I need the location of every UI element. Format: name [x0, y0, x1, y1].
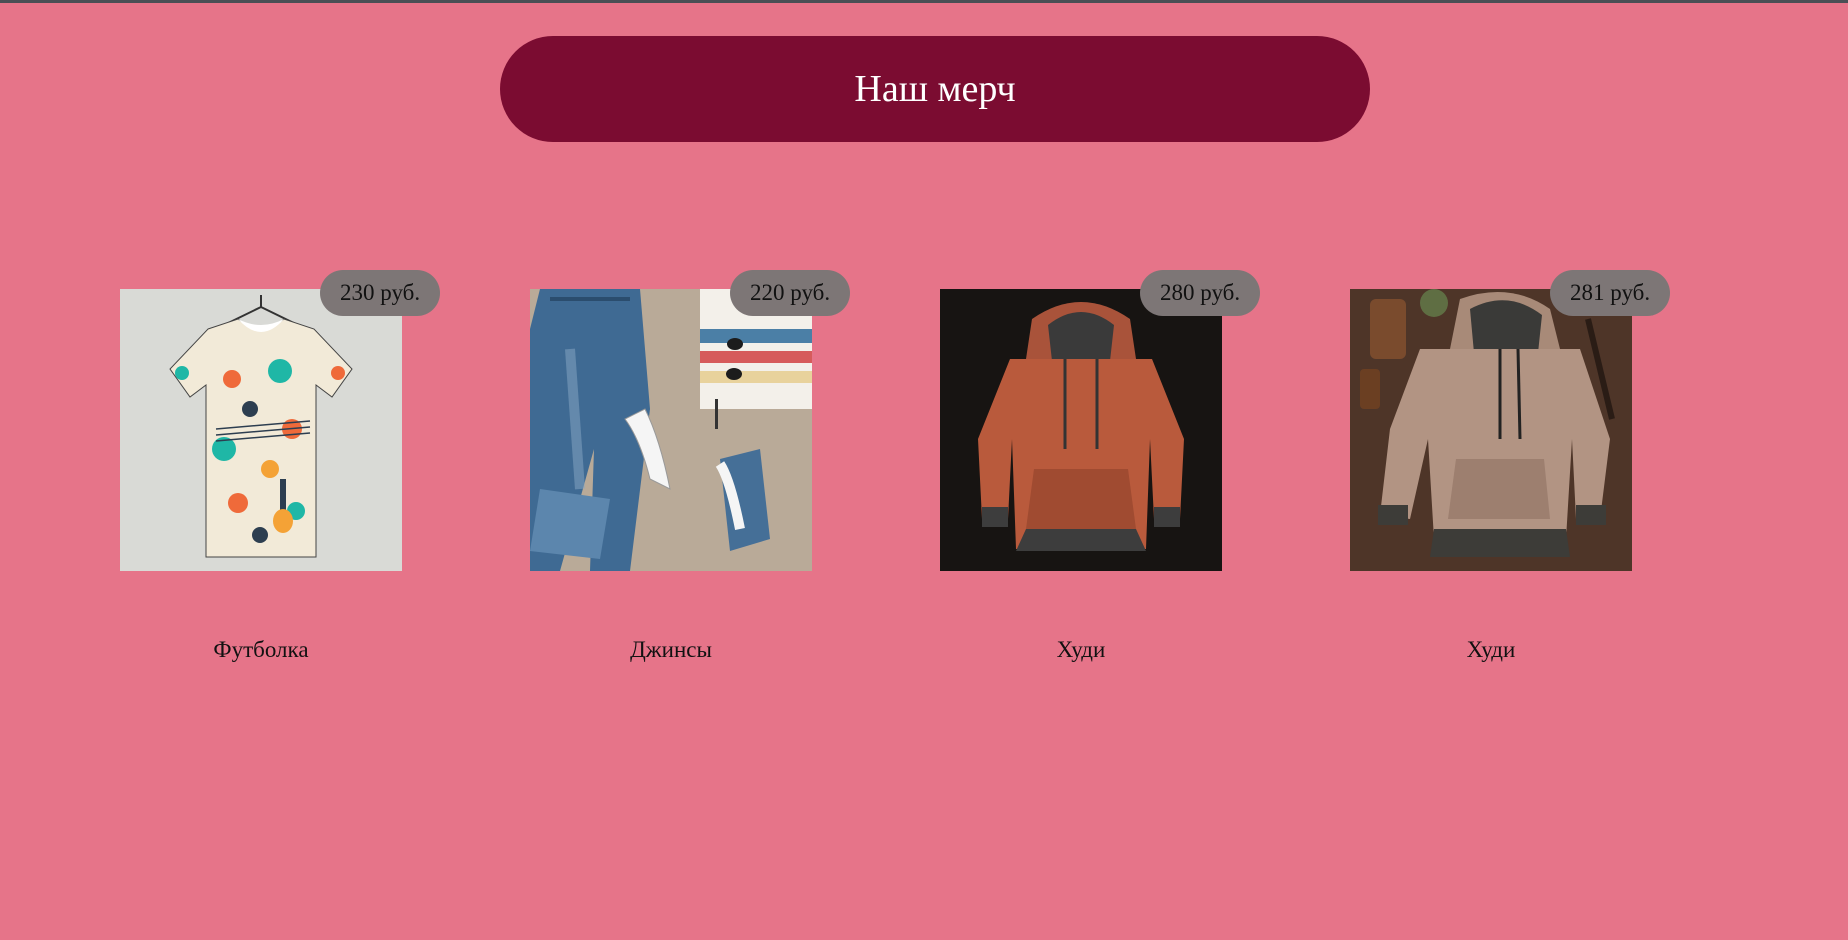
price-badge: 220 руб. [730, 270, 851, 316]
product-name: Худи [1056, 637, 1106, 662]
product-name: Худи [1466, 637, 1516, 662]
price-badge: 230 руб. [320, 270, 441, 316]
product-image-jeans[interactable] [530, 289, 812, 571]
price-badge: 280 руб. [1140, 270, 1261, 316]
product-name: Футболка [213, 637, 309, 662]
product-grid: 230 руб. Футболка 220 руб. Джинсы 280 ру… [0, 3, 1848, 940]
price-badge: 281 руб. [1550, 270, 1671, 316]
product-image-beige-hoodie[interactable] [1350, 289, 1632, 571]
product-image-tshirt[interactable] [120, 289, 402, 571]
product-name: Джинсы [630, 637, 712, 662]
product-image-orange-hoodie[interactable] [940, 289, 1222, 571]
